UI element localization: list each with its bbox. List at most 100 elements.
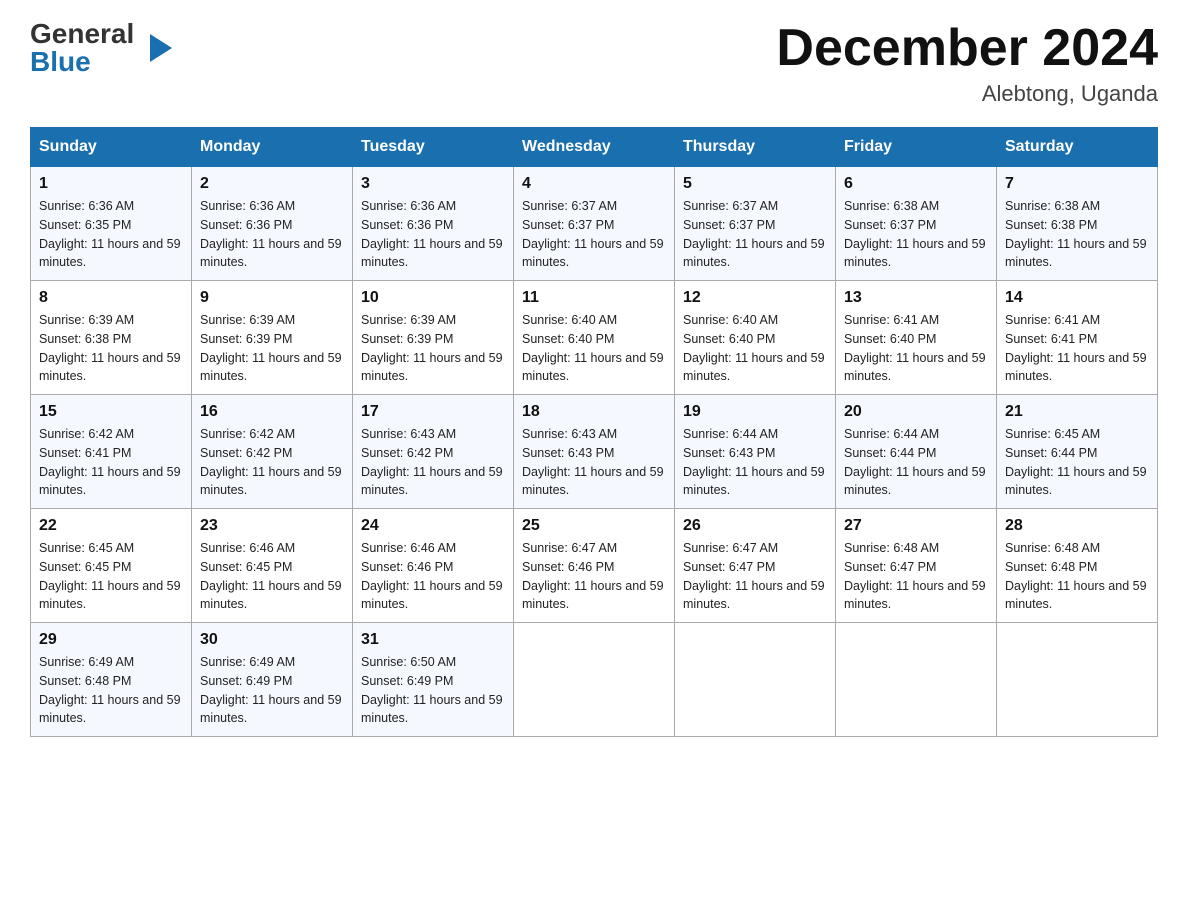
month-title: December 2024 [776,20,1158,77]
day-info: Sunrise: 6:42 AM Sunset: 6:41 PM Dayligh… [39,425,183,500]
calendar-cell: 30 Sunrise: 6:49 AM Sunset: 6:49 PM Dayl… [192,623,353,737]
calendar-week-row: 22 Sunrise: 6:45 AM Sunset: 6:45 PM Dayl… [31,509,1158,623]
calendar-cell: 31 Sunrise: 6:50 AM Sunset: 6:49 PM Dayl… [353,623,514,737]
calendar-cell: 3 Sunrise: 6:36 AM Sunset: 6:36 PM Dayli… [353,167,514,281]
day-info: Sunrise: 6:49 AM Sunset: 6:48 PM Dayligh… [39,653,183,728]
calendar-week-row: 8 Sunrise: 6:39 AM Sunset: 6:38 PM Dayli… [31,281,1158,395]
day-number: 2 [200,175,344,193]
day-info: Sunrise: 6:37 AM Sunset: 6:37 PM Dayligh… [522,197,666,272]
day-info: Sunrise: 6:36 AM Sunset: 6:36 PM Dayligh… [361,197,505,272]
calendar-cell: 27 Sunrise: 6:48 AM Sunset: 6:47 PM Dayl… [836,509,997,623]
day-info: Sunrise: 6:37 AM Sunset: 6:37 PM Dayligh… [683,197,827,272]
day-info: Sunrise: 6:48 AM Sunset: 6:47 PM Dayligh… [844,539,988,614]
logo-arrow-icon [150,34,172,62]
calendar-cell: 26 Sunrise: 6:47 AM Sunset: 6:47 PM Dayl… [675,509,836,623]
day-info: Sunrise: 6:48 AM Sunset: 6:48 PM Dayligh… [1005,539,1149,614]
day-number: 7 [1005,175,1149,193]
day-number: 22 [39,517,183,535]
day-number: 5 [683,175,827,193]
calendar-cell: 4 Sunrise: 6:37 AM Sunset: 6:37 PM Dayli… [514,167,675,281]
calendar-cell: 12 Sunrise: 6:40 AM Sunset: 6:40 PM Dayl… [675,281,836,395]
day-number: 21 [1005,403,1149,421]
calendar-cell: 23 Sunrise: 6:46 AM Sunset: 6:45 PM Dayl… [192,509,353,623]
day-number: 6 [844,175,988,193]
day-number: 29 [39,631,183,649]
day-info: Sunrise: 6:45 AM Sunset: 6:45 PM Dayligh… [39,539,183,614]
calendar-cell: 2 Sunrise: 6:36 AM Sunset: 6:36 PM Dayli… [192,167,353,281]
col-header-sunday: Sunday [31,128,192,167]
logo-general: General [30,20,134,48]
day-info: Sunrise: 6:45 AM Sunset: 6:44 PM Dayligh… [1005,425,1149,500]
calendar-header-row: SundayMondayTuesdayWednesdayThursdayFrid… [31,128,1158,167]
calendar-cell: 29 Sunrise: 6:49 AM Sunset: 6:48 PM Dayl… [31,623,192,737]
day-info: Sunrise: 6:47 AM Sunset: 6:47 PM Dayligh… [683,539,827,614]
col-header-tuesday: Tuesday [353,128,514,167]
col-header-friday: Friday [836,128,997,167]
calendar-cell [675,623,836,737]
calendar-cell: 1 Sunrise: 6:36 AM Sunset: 6:35 PM Dayli… [31,167,192,281]
calendar-cell: 13 Sunrise: 6:41 AM Sunset: 6:40 PM Dayl… [836,281,997,395]
calendar-cell: 8 Sunrise: 6:39 AM Sunset: 6:38 PM Dayli… [31,281,192,395]
day-info: Sunrise: 6:50 AM Sunset: 6:49 PM Dayligh… [361,653,505,728]
day-info: Sunrise: 6:38 AM Sunset: 6:38 PM Dayligh… [1005,197,1149,272]
day-number: 8 [39,289,183,307]
day-number: 23 [200,517,344,535]
day-number: 16 [200,403,344,421]
day-number: 3 [361,175,505,193]
day-info: Sunrise: 6:42 AM Sunset: 6:42 PM Dayligh… [200,425,344,500]
day-info: Sunrise: 6:39 AM Sunset: 6:39 PM Dayligh… [361,311,505,386]
calendar-cell: 24 Sunrise: 6:46 AM Sunset: 6:46 PM Dayl… [353,509,514,623]
logo: General Blue [30,20,150,78]
day-info: Sunrise: 6:36 AM Sunset: 6:36 PM Dayligh… [200,197,344,272]
col-header-wednesday: Wednesday [514,128,675,167]
calendar-cell: 14 Sunrise: 6:41 AM Sunset: 6:41 PM Dayl… [997,281,1158,395]
calendar-cell: 20 Sunrise: 6:44 AM Sunset: 6:44 PM Dayl… [836,395,997,509]
calendar-cell: 9 Sunrise: 6:39 AM Sunset: 6:39 PM Dayli… [192,281,353,395]
calendar-cell [997,623,1158,737]
col-header-saturday: Saturday [997,128,1158,167]
day-number: 10 [361,289,505,307]
day-info: Sunrise: 6:47 AM Sunset: 6:46 PM Dayligh… [522,539,666,614]
day-info: Sunrise: 6:40 AM Sunset: 6:40 PM Dayligh… [683,311,827,386]
calendar-cell: 22 Sunrise: 6:45 AM Sunset: 6:45 PM Dayl… [31,509,192,623]
day-info: Sunrise: 6:43 AM Sunset: 6:42 PM Dayligh… [361,425,505,500]
day-info: Sunrise: 6:46 AM Sunset: 6:46 PM Dayligh… [361,539,505,614]
day-number: 11 [522,289,666,307]
day-number: 17 [361,403,505,421]
day-number: 13 [844,289,988,307]
calendar-cell: 21 Sunrise: 6:45 AM Sunset: 6:44 PM Dayl… [997,395,1158,509]
day-info: Sunrise: 6:39 AM Sunset: 6:38 PM Dayligh… [39,311,183,386]
calendar-cell: 18 Sunrise: 6:43 AM Sunset: 6:43 PM Dayl… [514,395,675,509]
logo-blue: Blue [30,46,91,78]
day-number: 19 [683,403,827,421]
day-info: Sunrise: 6:41 AM Sunset: 6:41 PM Dayligh… [1005,311,1149,386]
day-info: Sunrise: 6:36 AM Sunset: 6:35 PM Dayligh… [39,197,183,272]
day-info: Sunrise: 6:43 AM Sunset: 6:43 PM Dayligh… [522,425,666,500]
page-header: General Blue December 2024 Alebtong, Uga… [30,20,1158,107]
calendar-cell: 5 Sunrise: 6:37 AM Sunset: 6:37 PM Dayli… [675,167,836,281]
day-number: 4 [522,175,666,193]
calendar-cell: 11 Sunrise: 6:40 AM Sunset: 6:40 PM Dayl… [514,281,675,395]
day-info: Sunrise: 6:39 AM Sunset: 6:39 PM Dayligh… [200,311,344,386]
col-header-monday: Monday [192,128,353,167]
day-info: Sunrise: 6:40 AM Sunset: 6:40 PM Dayligh… [522,311,666,386]
day-info: Sunrise: 6:46 AM Sunset: 6:45 PM Dayligh… [200,539,344,614]
calendar-cell: 19 Sunrise: 6:44 AM Sunset: 6:43 PM Dayl… [675,395,836,509]
calendar-cell: 7 Sunrise: 6:38 AM Sunset: 6:38 PM Dayli… [997,167,1158,281]
calendar-cell: 10 Sunrise: 6:39 AM Sunset: 6:39 PM Dayl… [353,281,514,395]
day-number: 12 [683,289,827,307]
day-number: 26 [683,517,827,535]
calendar-table: SundayMondayTuesdayWednesdayThursdayFrid… [30,127,1158,737]
calendar-cell: 6 Sunrise: 6:38 AM Sunset: 6:37 PM Dayli… [836,167,997,281]
day-info: Sunrise: 6:41 AM Sunset: 6:40 PM Dayligh… [844,311,988,386]
day-number: 31 [361,631,505,649]
day-number: 14 [1005,289,1149,307]
day-info: Sunrise: 6:44 AM Sunset: 6:44 PM Dayligh… [844,425,988,500]
day-number: 27 [844,517,988,535]
calendar-week-row: 29 Sunrise: 6:49 AM Sunset: 6:48 PM Dayl… [31,623,1158,737]
calendar-cell [836,623,997,737]
calendar-week-row: 1 Sunrise: 6:36 AM Sunset: 6:35 PM Dayli… [31,167,1158,281]
day-number: 30 [200,631,344,649]
day-number: 9 [200,289,344,307]
day-number: 1 [39,175,183,193]
